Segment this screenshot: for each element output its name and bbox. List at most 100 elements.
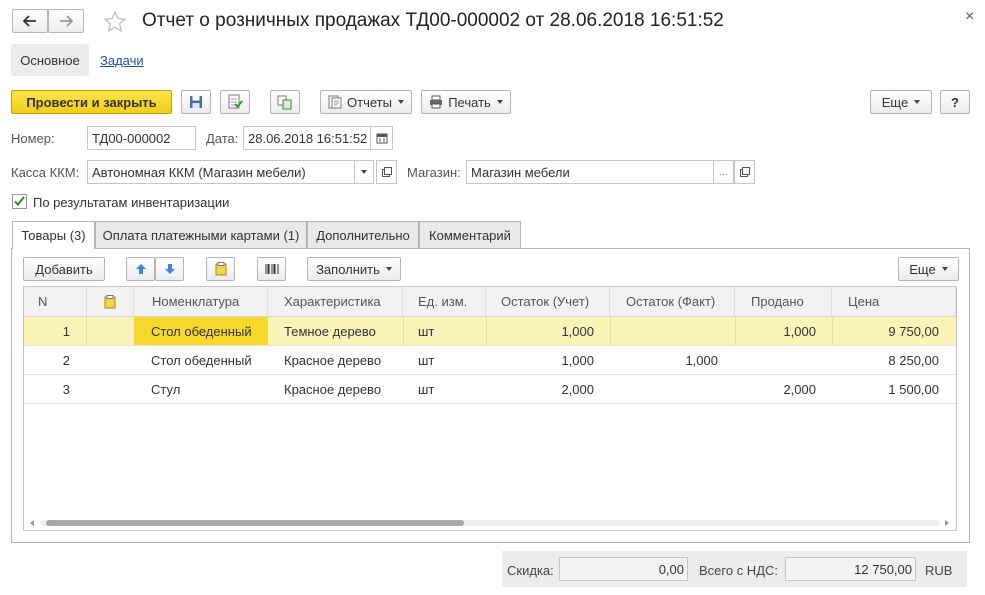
row-stock-acc: 2,000 xyxy=(561,381,594,397)
forward-button[interactable] xyxy=(48,9,84,33)
move-up-button[interactable] xyxy=(126,257,155,281)
date-field[interactable]: 28.06.2018 16:51:52 xyxy=(243,126,371,150)
pick-button[interactable] xyxy=(206,257,235,281)
move-down-button[interactable] xyxy=(155,257,184,281)
table-row[interactable]: 2 Стол обеденный Красное дерево шт 1,000… xyxy=(24,346,956,375)
tab-card-payments[interactable]: Оплата платежными картами (1) xyxy=(95,221,307,248)
scroll-left-icon[interactable] xyxy=(30,520,34,526)
kkm-field[interactable]: Автономная ККМ (Магазин мебели) xyxy=(87,160,355,184)
floppy-disk-icon xyxy=(190,96,202,108)
report-icon xyxy=(328,95,342,109)
inventory-label: По результатам инвентаризации xyxy=(33,195,230,210)
more-button-label: Еще xyxy=(881,94,909,110)
column-divider xyxy=(486,317,487,345)
barcode-icon xyxy=(265,264,278,274)
favorite-star-icon[interactable] xyxy=(102,9,128,35)
currency-label: RUB xyxy=(925,563,953,578)
col-header-item[interactable]: Номенклатура xyxy=(134,287,268,316)
chevron-down-icon xyxy=(496,100,503,104)
save-button[interactable] xyxy=(181,90,211,114)
row-char: Темное дерево xyxy=(284,323,376,339)
scroll-right-icon[interactable] xyxy=(945,520,949,526)
row-sold: 1,000 xyxy=(783,323,816,339)
discount-field: 0,00 xyxy=(559,557,688,581)
structure-button[interactable] xyxy=(270,90,300,114)
row-unit: шт xyxy=(418,381,435,397)
total-label: Всего с НДС: xyxy=(699,563,779,578)
row-price: 9 750,00 xyxy=(888,323,939,339)
row-price: 1 500,00 xyxy=(888,381,939,397)
row-sold xyxy=(735,346,816,374)
selection-icon xyxy=(215,262,226,276)
help-button[interactable]: ? xyxy=(940,90,970,114)
inventory-checkbox[interactable] xyxy=(12,194,27,209)
row-stock-fact xyxy=(610,317,718,345)
store-select-button[interactable]: ... xyxy=(713,160,734,184)
number-field[interactable]: ТД00-000002 xyxy=(87,126,196,150)
barcode-button[interactable] xyxy=(257,257,286,281)
col-header-stock-acc[interactable]: Остаток (Учет) xyxy=(486,287,610,316)
window-title: Отчет о розничных продажах ТД00-000002 о… xyxy=(142,10,724,31)
close-icon[interactable]: × xyxy=(965,8,974,26)
post-button[interactable] xyxy=(220,90,250,114)
printer-icon xyxy=(430,95,443,109)
column-divider xyxy=(403,317,404,345)
nav-tab-tasks[interactable]: Задачи xyxy=(100,53,144,68)
discount-label: Скидка: xyxy=(507,563,554,578)
open-link-icon xyxy=(739,167,750,177)
tab-additional[interactable]: Дополнительно xyxy=(307,221,419,248)
row-stock-acc: 1,000 xyxy=(561,352,594,368)
col-header-pick[interactable] xyxy=(87,287,134,316)
col-header-unit[interactable]: Ед. изм. xyxy=(403,287,486,316)
chevron-down-icon xyxy=(361,170,367,174)
row-item-cell[interactable]: Стол обеденный xyxy=(134,317,268,345)
table-more-label: Еще xyxy=(909,261,936,277)
horizontal-scrollbar-thumb[interactable] xyxy=(46,520,464,526)
reports-button-label: Отчеты xyxy=(347,94,392,110)
arrow-up-icon xyxy=(135,264,146,274)
post-document-icon xyxy=(228,94,243,109)
col-header-price[interactable]: Цена xyxy=(832,287,956,316)
document-structure-icon xyxy=(277,95,292,110)
row-stock-acc: 1,000 xyxy=(561,323,594,339)
col-header-sold[interactable]: Продано xyxy=(735,287,832,316)
print-button[interactable]: Печать xyxy=(421,90,511,114)
chevron-down-icon xyxy=(397,100,404,104)
table-more-button[interactable]: Еще xyxy=(898,257,959,281)
total-field: 12 750,00 xyxy=(785,557,916,581)
col-header-stock-fact[interactable]: Остаток (Факт) xyxy=(610,287,735,316)
row-unit: шт xyxy=(418,323,435,339)
add-button[interactable]: Добавить xyxy=(23,257,105,281)
reports-button[interactable]: Отчеты xyxy=(320,90,412,114)
table-row[interactable]: 1 Стол обеденный Темное дерево шт 1,000 … xyxy=(24,317,956,346)
row-number: 3 xyxy=(62,381,70,397)
arrow-left-icon xyxy=(23,15,36,27)
table-row[interactable]: 3 Стул Красное дерево шт 2,000 2,000 1 5… xyxy=(24,375,956,404)
row-unit: шт xyxy=(418,352,435,368)
row-number: 1 xyxy=(62,323,70,339)
store-field[interactable]: Магазин мебели xyxy=(466,160,714,184)
column-divider xyxy=(735,317,736,345)
calendar-icon xyxy=(376,133,387,144)
tab-goods[interactable]: Товары (3) xyxy=(12,221,95,249)
chevron-down-icon xyxy=(941,267,948,271)
store-open-button[interactable] xyxy=(734,160,755,184)
back-button[interactable] xyxy=(12,9,48,33)
col-header-char[interactable]: Характеристика xyxy=(268,287,403,316)
col-header-n[interactable]: N xyxy=(24,287,87,316)
column-divider xyxy=(832,317,833,345)
row-char: Красное дерево xyxy=(284,352,382,368)
row-item: Стул xyxy=(151,381,181,397)
nav-tab-main[interactable]: Основное xyxy=(11,44,89,76)
date-label: Дата: xyxy=(206,131,239,146)
kkm-open-button[interactable] xyxy=(376,160,397,184)
calendar-button[interactable] xyxy=(370,126,393,150)
post-and-close-button[interactable]: Провести и закрыть xyxy=(11,90,172,114)
more-button[interactable]: Еще xyxy=(870,90,932,114)
goods-table: N Номенклатура Характеристика Ед. изм. О… xyxy=(23,286,957,531)
tab-comment[interactable]: Комментарий xyxy=(419,221,521,248)
fill-button[interactable]: Заполнить xyxy=(307,257,401,281)
table-header: N Номенклатура Характеристика Ед. изм. О… xyxy=(24,287,956,317)
kkm-dropdown-button[interactable] xyxy=(354,160,374,184)
row-sold: 2,000 xyxy=(783,381,816,397)
